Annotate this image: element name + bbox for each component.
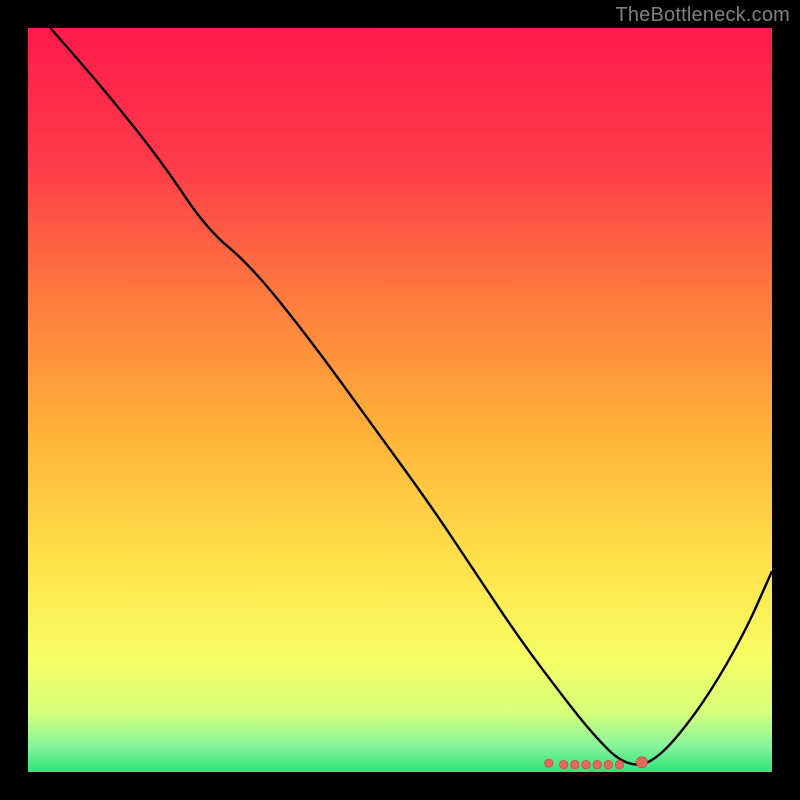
watermark-label: TheBottleneck.com: [615, 4, 790, 27]
marker-dot: [636, 757, 647, 768]
marker-dot: [559, 760, 567, 768]
bottleneck-chart: [28, 28, 772, 772]
marker-dot: [615, 760, 623, 768]
marker-dot: [545, 759, 553, 767]
page-frame: TheBottleneck.com: [0, 0, 800, 800]
marker-dot: [571, 760, 579, 768]
marker-dot: [582, 760, 590, 768]
marker-dot: [593, 760, 601, 768]
gradient-background: [28, 28, 772, 772]
marker-dot: [604, 760, 612, 768]
chart-container: [28, 28, 772, 772]
